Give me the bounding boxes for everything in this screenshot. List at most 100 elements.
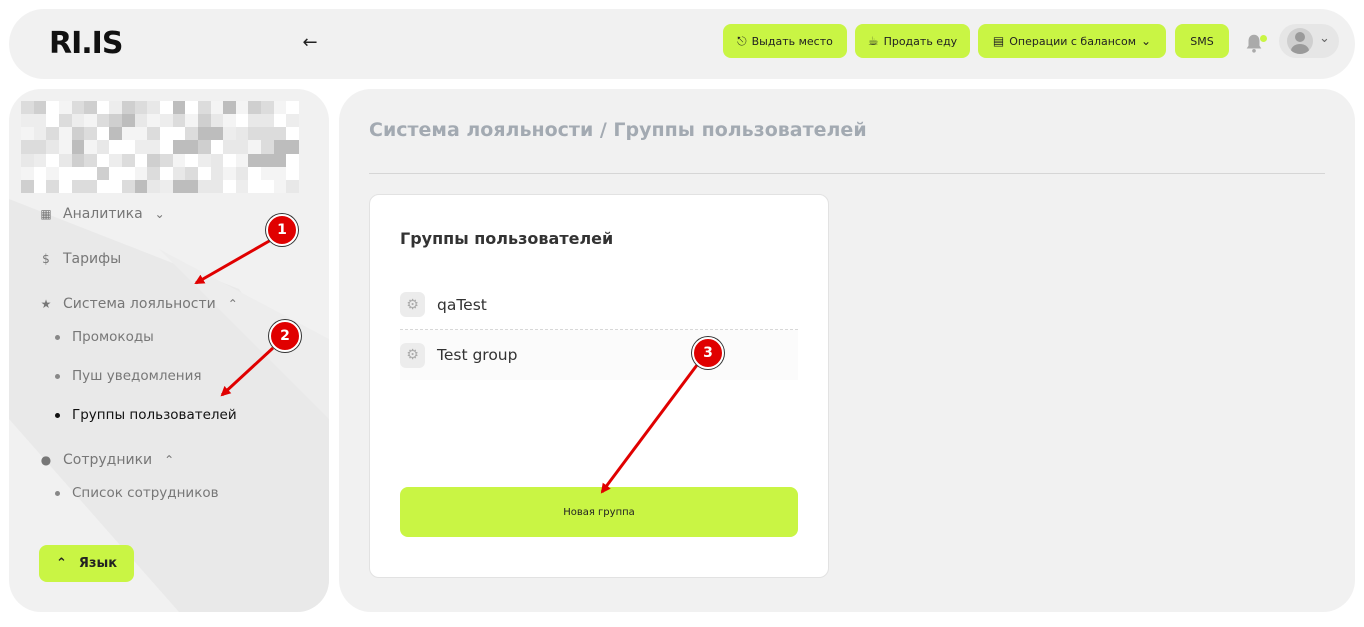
pixel-cell: [46, 179, 59, 193]
pixel-cell: [197, 127, 211, 141]
sidebar-subitem-label: Пуш уведомления: [72, 368, 202, 384]
chevron-down-icon: ⌄: [154, 207, 165, 221]
pixel-cell: [261, 101, 274, 115]
pixel-cell: [210, 140, 224, 154]
wallet-icon: ▤: [992, 34, 1005, 48]
group-name: Test group: [437, 346, 518, 364]
pixel-cell: [147, 166, 160, 180]
pixel-cell: [58, 127, 72, 141]
pixel-cell: [160, 153, 173, 167]
pixel-cell: [261, 166, 274, 180]
divider: [369, 173, 1325, 174]
pixel-cell: [109, 127, 123, 141]
pixel-cell: [58, 114, 72, 128]
sell-food-button[interactable]: ☕ Продать еду: [855, 24, 970, 58]
chevron-up-icon: ⌃: [164, 453, 175, 467]
main-panel: Система лояльности / Группы пользователе…: [339, 89, 1355, 612]
pixel-cell: [96, 114, 110, 128]
pixel-cell: [33, 127, 47, 141]
pixel-cell: [273, 166, 287, 180]
pixel-cell: [185, 179, 198, 193]
pixel-cell: [71, 127, 85, 141]
pixel-cell: [33, 166, 47, 180]
pixel-cell: [147, 179, 160, 193]
pixel-cell: [134, 101, 148, 115]
notification-dot: [1260, 35, 1267, 42]
pixel-cell: [160, 166, 173, 180]
list-item[interactable]: ⚙ Test group: [400, 330, 798, 380]
pixel-cell: [160, 101, 173, 115]
pixel-cell: [21, 153, 34, 167]
user-menu[interactable]: ⌄: [1279, 24, 1339, 58]
pixel-cell: [172, 127, 186, 141]
pixel-cell: [248, 153, 262, 167]
gear-icon: ⚙: [400, 292, 425, 317]
pixel-cell: [223, 127, 236, 141]
pixel-cell: [286, 101, 299, 115]
list-item[interactable]: ⚙ qaTest: [400, 280, 798, 330]
pixel-cell: [96, 179, 110, 193]
chevron-down-icon: ⌄: [1141, 34, 1152, 48]
new-group-button[interactable]: Новая группа: [400, 487, 798, 537]
pixel-cell: [185, 153, 198, 167]
pixel-cell: [109, 166, 123, 180]
pixel-cell: [21, 127, 34, 141]
sidebar-subitem-staff-list[interactable]: Список сотрудников: [55, 485, 219, 501]
pixel-cell: [109, 179, 123, 193]
pixel-cell: [134, 114, 148, 128]
chevron-up-icon: ⌃: [227, 297, 238, 311]
avatar: [1287, 28, 1313, 54]
pixel-cell: [33, 179, 47, 193]
pixel-cell: [261, 114, 274, 128]
pixel-cell: [109, 153, 123, 167]
pixel-cell: [172, 166, 186, 180]
language-label: Язык: [78, 556, 118, 571]
pixel-cell: [172, 114, 186, 128]
pixel-cell: [248, 140, 262, 154]
top-header: RI.IS ← ⎋ Выдать место ☕ Продать еду ▤ О…: [9, 9, 1355, 79]
sidebar-subitem-push[interactable]: Пуш уведомления: [55, 368, 201, 384]
sidebar-item-staff[interactable]: ● Сотрудники ⌃: [39, 452, 174, 468]
balance-operations-button[interactable]: ▤ Операции с балансом ⌄: [978, 24, 1166, 58]
pixel-cell: [84, 101, 97, 115]
pixel-cell: [71, 101, 85, 115]
sidebar-item-analytics[interactable]: ▦ Аналитика ⌄: [39, 206, 165, 222]
pixel-cell: [134, 127, 148, 141]
user-groups-card: Группы пользователей ⚙ qaTest ⚙ Test gro…: [369, 194, 829, 578]
pixel-cell: [122, 114, 135, 128]
pixel-cell: [235, 101, 249, 115]
sidebar-item-loyalty[interactable]: ★ Система лояльности ⌃: [39, 296, 238, 312]
pixel-cell: [261, 127, 274, 141]
sms-button[interactable]: SMS: [1175, 24, 1229, 58]
pixel-cell: [261, 153, 274, 167]
balance-operations-label: Операции с балансом: [1009, 34, 1136, 48]
pixel-cell: [261, 140, 274, 154]
pixel-cell: [286, 179, 299, 193]
bullet-dot: [55, 412, 60, 418]
pixel-cell: [96, 127, 110, 141]
pixel-cell: [185, 140, 198, 154]
give-place-button[interactable]: ⎋ Выдать место: [723, 24, 847, 58]
pixel-cell: [185, 166, 198, 180]
pixel-cell: [46, 127, 59, 141]
pixel-cell: [46, 101, 59, 115]
language-button[interactable]: ⌃ Язык: [39, 545, 134, 582]
pixel-cell: [273, 127, 287, 141]
pixel-cell: [197, 140, 211, 154]
pixel-cell: [185, 127, 198, 141]
pixel-cell: [134, 166, 148, 180]
sidebar-item-tariffs[interactable]: $ Тарифы: [39, 251, 121, 267]
sidebar-subitem-user-groups[interactable]: Группы пользователей: [55, 407, 237, 423]
pixel-cell: [248, 179, 262, 193]
pixel-cell: [58, 140, 72, 154]
pixel-cell: [58, 153, 72, 167]
group-name: qaTest: [437, 295, 487, 314]
pixel-cell: [46, 153, 59, 167]
sidebar-subitem-promocodes[interactable]: Промокоды: [55, 329, 154, 345]
pixel-cell: [223, 153, 236, 167]
back-arrow-icon[interactable]: ←: [299, 31, 321, 55]
pixel-cell: [172, 179, 186, 193]
pixel-cell: [122, 101, 135, 115]
pixel-cell: [160, 179, 173, 193]
pixel-cell: [197, 179, 211, 193]
